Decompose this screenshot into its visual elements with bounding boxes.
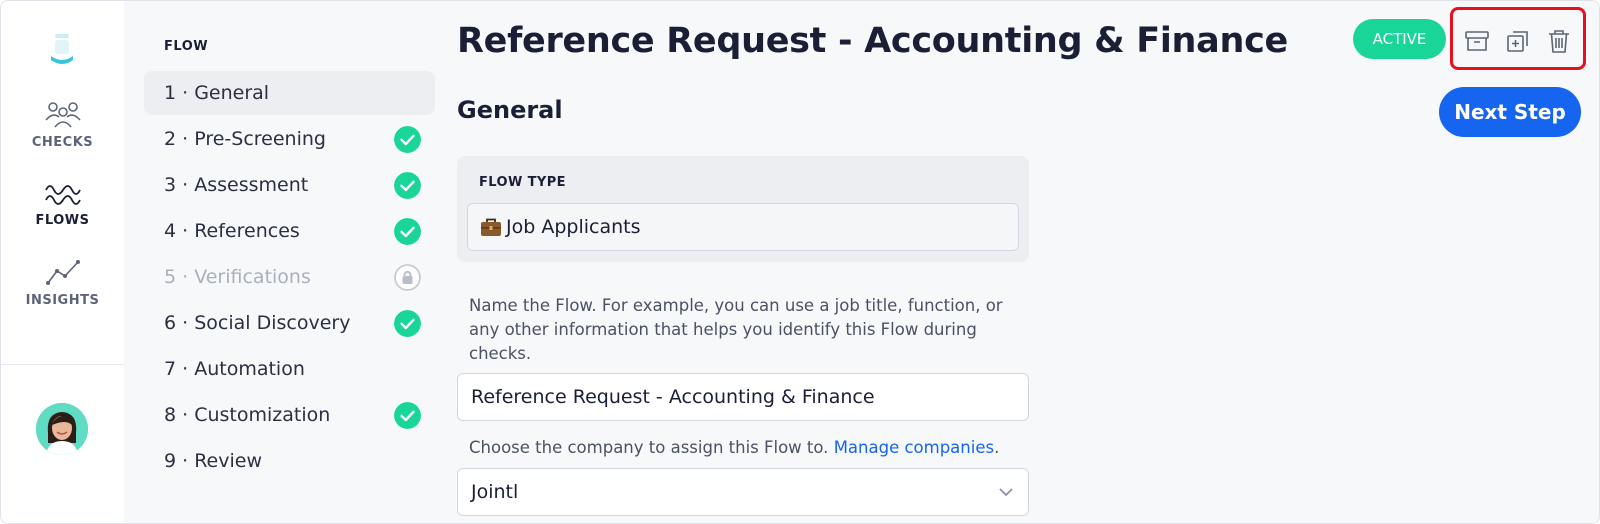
flow-type-field: Job Applicants: [467, 203, 1019, 251]
section-title: General: [457, 96, 563, 124]
check-circle-icon: [394, 126, 421, 153]
step-label: 1 · General: [164, 82, 270, 104]
step-item-automation[interactable]: 7 · Automation: [144, 347, 435, 391]
nav-item-checks[interactable]: CHECKS: [1, 99, 124, 150]
step-label: 5 · Verifications: [164, 266, 311, 288]
step-item-social-discovery[interactable]: 6 · Social Discovery: [144, 301, 435, 345]
company-help-text: Choose the company to assign this Flow t…: [469, 438, 829, 457]
step-item-review[interactable]: 9 · Review: [144, 439, 435, 483]
line-chart-icon: [45, 260, 80, 285]
waves-icon: [44, 185, 81, 205]
user-photo-icon: [36, 403, 88, 455]
flow-name-help: Name the Flow. For example, you can use …: [469, 296, 1003, 363]
lock-icon: [394, 264, 421, 291]
step-label: 7 · Automation: [164, 358, 305, 380]
nav-label-checks: CHECKS: [31, 135, 94, 150]
flow-type-card: FLOW TYPE Job Applicants: [457, 156, 1029, 262]
briefcase-icon: [481, 218, 501, 236]
step-label: 3 · Assessment: [164, 174, 309, 196]
rail-divider: [1, 364, 124, 365]
status-badge: ACTIVE: [1353, 19, 1446, 59]
people-icon: [44, 102, 81, 128]
company-help-suffix: .: [994, 438, 1000, 457]
step-label: 6 · Social Discovery: [164, 312, 351, 334]
step-item-pre-screening[interactable]: 2 · Pre-Screening: [144, 117, 435, 161]
trash-icon[interactable]: [1545, 27, 1573, 55]
nav-rail: CHECKS FLOWS INSIGHTS: [1, 1, 124, 523]
step-item-verifications[interactable]: 5 · Verifications: [144, 255, 435, 299]
check-circle-icon: [394, 402, 421, 429]
nav-label-flows: FLOWS: [35, 213, 90, 228]
step-item-general[interactable]: 1 · General: [144, 71, 435, 115]
logo-icon[interactable]: [49, 32, 75, 66]
next-step-button[interactable]: Next Step: [1439, 87, 1581, 137]
app-window: CHECKS FLOWS INSIGHTS FLOW 1 · General 2…: [0, 0, 1600, 524]
nav-item-flows[interactable]: FLOWS: [1, 179, 124, 228]
manage-companies-link[interactable]: Manage companies: [834, 438, 994, 457]
archive-icon[interactable]: [1463, 27, 1491, 55]
check-circle-icon: [394, 310, 421, 337]
check-circle-icon: [394, 218, 421, 245]
check-circle-icon: [394, 172, 421, 199]
avatar[interactable]: [36, 403, 88, 455]
page-title: Reference Request - Accounting & Finance: [457, 21, 1288, 61]
company-help: Choose the company to assign this Flow t…: [469, 438, 999, 457]
company-select[interactable]: Jointl: [457, 468, 1029, 516]
step-item-assessment[interactable]: 3 · Assessment: [144, 163, 435, 207]
duplicate-icon[interactable]: [1504, 27, 1532, 55]
step-item-customization[interactable]: 8 · Customization: [144, 393, 435, 437]
company-select-value: Jointl: [471, 481, 519, 503]
step-label: 8 · Customization: [164, 404, 331, 426]
nav-label-insights: INSIGHTS: [25, 293, 100, 308]
flow-type-label: FLOW TYPE: [479, 175, 566, 190]
step-label: 4 · References: [164, 220, 300, 242]
flow-type-value: Job Applicants: [506, 216, 641, 238]
chevron-down-icon: [999, 488, 1013, 497]
step-label: 2 · Pre-Screening: [164, 128, 326, 150]
step-list: FLOW 1 · General 2 · Pre-Screening 3 · A…: [124, 1, 444, 523]
flow-actions-toolbar: [1450, 7, 1586, 70]
step-item-references[interactable]: 4 · References: [144, 209, 435, 253]
step-list-heading: FLOW: [164, 39, 209, 54]
step-label: 9 · Review: [164, 450, 262, 472]
nav-item-insights[interactable]: INSIGHTS: [1, 257, 124, 308]
flow-name-input[interactable]: [457, 373, 1029, 421]
